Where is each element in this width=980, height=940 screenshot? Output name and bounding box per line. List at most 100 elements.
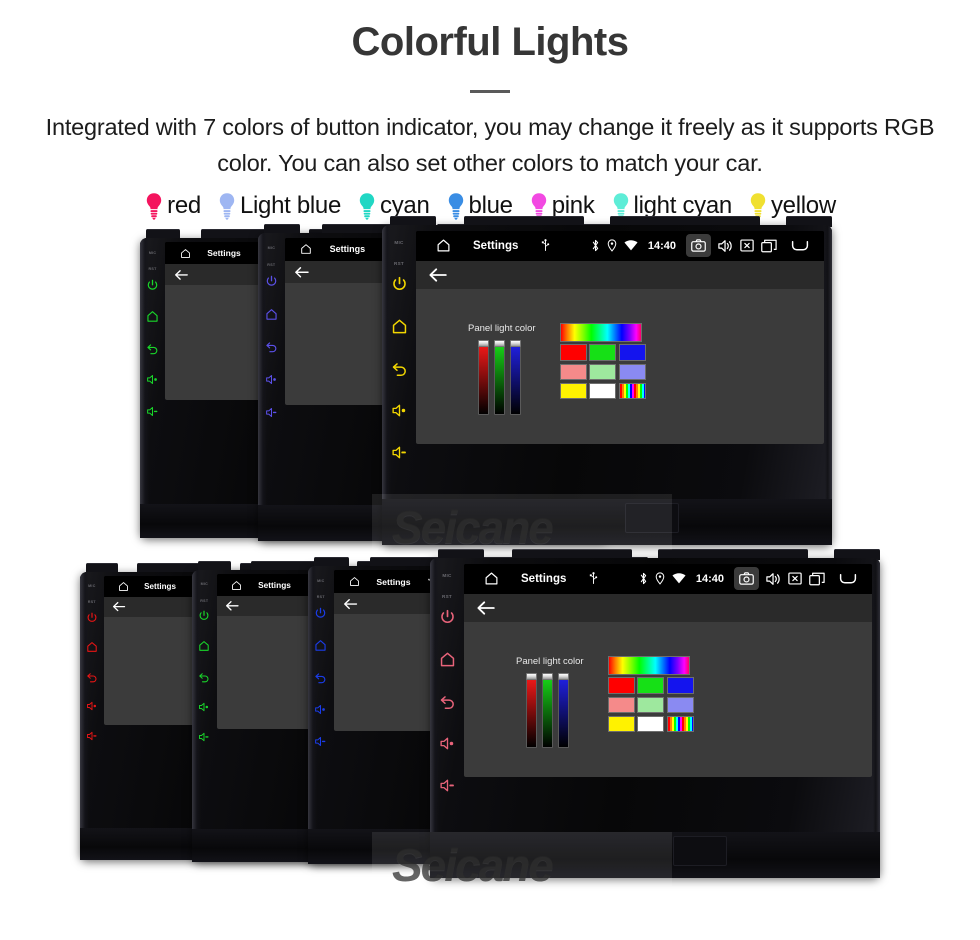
home-icon[interactable] (231, 580, 242, 591)
volume-down-icon[interactable] (314, 735, 327, 748)
rail-button-home[interactable] (439, 651, 456, 668)
home-icon[interactable] (265, 308, 278, 321)
home-icon[interactable] (198, 640, 210, 652)
power-icon[interactable] (146, 279, 159, 292)
rail-button-volume-up[interactable] (265, 373, 278, 386)
home-icon[interactable] (314, 639, 327, 652)
action-bar-back-icon[interactable] (225, 600, 240, 612)
rail-button-volume-up[interactable] (314, 703, 327, 716)
back-icon[interactable] (391, 360, 408, 377)
home-icon[interactable] (180, 248, 191, 259)
green-slider[interactable] (493, 339, 505, 415)
action-bar-back-icon[interactable] (294, 266, 310, 279)
action-bar-back-icon[interactable] (174, 269, 189, 281)
slider-knob[interactable] (557, 672, 569, 680)
rail-button-power[interactable] (439, 609, 456, 626)
action-bar-back-icon[interactable] (476, 600, 496, 616)
volume-up-icon[interactable] (314, 703, 327, 716)
rail-button-volume-up[interactable] (198, 701, 210, 713)
slider-knob[interactable] (477, 339, 489, 347)
slider-knob[interactable] (541, 672, 553, 680)
red-slider[interactable] (525, 672, 537, 748)
rail-button-volume-down[interactable] (198, 731, 210, 743)
back-icon[interactable] (265, 340, 278, 353)
swatch-1-0[interactable] (559, 363, 587, 381)
power-icon[interactable] (314, 607, 327, 620)
home-icon[interactable] (439, 651, 456, 668)
camera-icon[interactable] (691, 239, 706, 253)
unit-yellow[interactable]: MIC RST Settings 14:40 Panel light color (382, 215, 832, 545)
rail-button-volume-up[interactable] (86, 700, 98, 712)
volume-icon[interactable] (766, 572, 781, 586)
rail-button-volume-down[interactable] (86, 730, 98, 742)
swatch-2-0[interactable] (607, 715, 635, 733)
status-volume-button[interactable] (718, 239, 733, 253)
status-back-button[interactable] (790, 239, 810, 253)
rail-button-power[interactable] (86, 612, 98, 624)
swatch-1-0[interactable] (607, 696, 635, 714)
rail-button-home[interactable] (265, 308, 278, 321)
back-arrow-icon[interactable] (838, 572, 858, 586)
volume-up-icon[interactable] (265, 373, 278, 386)
status-home-button[interactable] (300, 243, 312, 255)
volume-up-icon[interactable] (198, 701, 210, 713)
camera-icon[interactable] (739, 572, 754, 586)
status-home-button[interactable] (180, 248, 191, 259)
volume-up-icon[interactable] (439, 735, 456, 752)
status-home-button[interactable] (436, 238, 451, 253)
action-bar-back-icon[interactable] (343, 598, 358, 610)
status-close-button[interactable] (788, 572, 802, 585)
back-icon[interactable] (314, 671, 327, 684)
recent-apps-icon[interactable] (809, 572, 825, 586)
back-icon[interactable] (439, 693, 456, 710)
power-icon[interactable] (86, 612, 98, 624)
close-box-icon[interactable] (788, 572, 802, 585)
slider-knob[interactable] (509, 339, 521, 347)
home-icon[interactable] (436, 238, 451, 253)
volume-icon[interactable] (718, 239, 733, 253)
red-slider[interactable] (477, 339, 489, 415)
volume-up-icon[interactable] (146, 373, 159, 386)
rail-button-volume-down[interactable] (265, 406, 278, 419)
swatch-1-1[interactable] (589, 363, 617, 381)
rail-button-power[interactable] (198, 610, 210, 622)
rail-button-volume-down[interactable] (146, 405, 159, 418)
rail-button-volume-up[interactable] (439, 735, 456, 752)
status-close-button[interactable] (740, 239, 754, 252)
close-box-icon[interactable] (740, 239, 754, 252)
blue-slider[interactable] (557, 672, 569, 748)
rail-button-power[interactable] (146, 279, 159, 292)
unit-pink[interactable]: MIC RST Settings 14:40 Panel light color (430, 548, 880, 878)
status-back-button[interactable] (838, 572, 858, 586)
rail-button-power[interactable] (314, 607, 327, 620)
recent-apps-icon[interactable] (761, 239, 777, 253)
device-screen[interactable]: Settings 14:40 (464, 563, 872, 777)
hue-gradient-bar[interactable] (559, 322, 642, 342)
swatch-0-0[interactable] (559, 344, 587, 361)
volume-down-icon[interactable] (198, 731, 210, 743)
swatch-rainbow[interactable] (618, 382, 646, 400)
status-home-button[interactable] (349, 576, 360, 587)
rail-button-home[interactable] (146, 310, 159, 323)
swatch-0-1[interactable] (589, 344, 617, 361)
home-icon[interactable] (86, 641, 98, 653)
swatch-1-2[interactable] (618, 363, 646, 381)
swatch-1-1[interactable] (637, 696, 665, 714)
status-camera-button[interactable] (686, 234, 711, 258)
home-icon[interactable] (118, 581, 129, 592)
rail-button-back[interactable] (265, 340, 278, 353)
rail-button-home[interactable] (391, 318, 408, 335)
volume-down-icon[interactable] (146, 405, 159, 418)
volume-down-icon[interactable] (439, 777, 456, 794)
rail-button-back[interactable] (86, 671, 98, 683)
status-volume-button[interactable] (766, 572, 781, 586)
home-icon[interactable] (300, 243, 312, 255)
status-recent-apps-button[interactable] (761, 239, 777, 253)
rail-button-volume-down[interactable] (439, 777, 456, 794)
swatch-rainbow[interactable] (666, 715, 694, 733)
swatch-0-0[interactable] (607, 677, 635, 694)
rail-button-home[interactable] (198, 640, 210, 652)
rail-button-power[interactable] (391, 276, 408, 293)
status-camera-button[interactable] (734, 567, 759, 591)
rail-button-back[interactable] (198, 671, 210, 683)
